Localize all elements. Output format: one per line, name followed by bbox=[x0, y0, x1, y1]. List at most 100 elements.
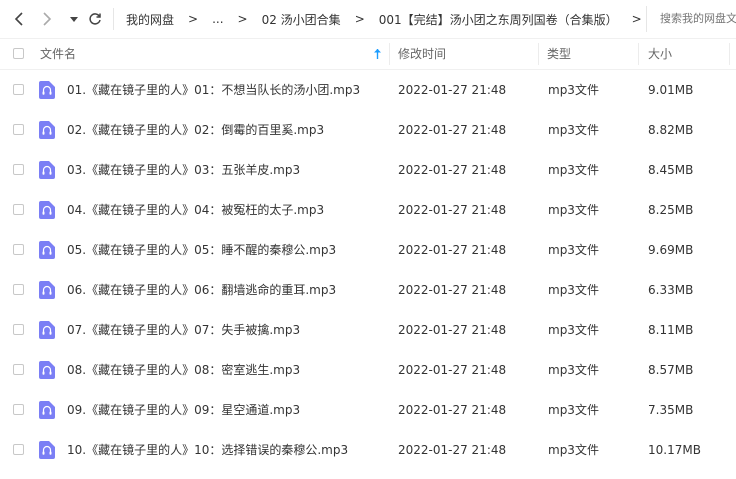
breadcrumb-item-current[interactable]: 001【完结】汤小团之东周列国卷（合集版） bbox=[379, 11, 618, 28]
breadcrumb-separator: > bbox=[631, 12, 642, 26]
breadcrumb-item-collection[interactable]: 02 汤小团合集 bbox=[262, 11, 341, 28]
refresh-icon bbox=[89, 13, 101, 25]
forward-button[interactable] bbox=[36, 9, 56, 29]
file-modified-time: 2022-01-27 21:48 bbox=[398, 163, 507, 177]
file-type: mp3文件 bbox=[548, 243, 599, 257]
breadcrumb-separator: > bbox=[188, 12, 199, 26]
file-row[interactable]: 04.《藏在镜子里的人》04：被冤枉的太子.mp3 2022-01-27 21:… bbox=[0, 190, 736, 230]
file-type: mp3文件 bbox=[548, 403, 599, 417]
file-modified-time: 2022-01-27 21:48 bbox=[398, 323, 507, 337]
file-name[interactable]: 07.《藏在镜子里的人》07：失手被擒.mp3 bbox=[67, 310, 300, 350]
file-row[interactable]: 06.《藏在镜子里的人》06：翻墙逃命的重耳.mp3 2022-01-27 21… bbox=[0, 270, 736, 310]
toolbar-divider bbox=[113, 8, 114, 30]
file-modified-time: 2022-01-27 21:48 bbox=[398, 203, 507, 217]
file-size: 8.25MB bbox=[648, 203, 694, 217]
breadcrumb: 我的网盘 > ... > 02 汤小团合集 > 001【完结】汤小团之东周列国卷… bbox=[126, 0, 656, 38]
file-modified-time: 2022-01-27 21:48 bbox=[398, 283, 507, 297]
file-size: 8.82MB bbox=[648, 123, 694, 137]
file-size: 9.01MB bbox=[648, 83, 694, 97]
file-size: 10.17MB bbox=[648, 443, 701, 457]
file-name[interactable]: 01.《藏在镜子里的人》01：不想当队长的汤小团.mp3 bbox=[67, 70, 360, 110]
file-name[interactable]: 03.《藏在镜子里的人》03：五张羊皮.mp3 bbox=[67, 150, 300, 190]
audio-file-icon bbox=[39, 121, 55, 139]
chevron-left-icon bbox=[14, 12, 23, 26]
file-size: 8.45MB bbox=[648, 163, 694, 177]
sort-arrow-up-icon[interactable] bbox=[373, 48, 382, 60]
audio-file-icon bbox=[39, 361, 55, 379]
toolbar: 我的网盘 > ... > 02 汤小团合集 > 001【完结】汤小团之东周列国卷… bbox=[0, 0, 736, 38]
file-row[interactable]: 02.《藏在镜子里的人》02：倒霉的百里奚.mp3 2022-01-27 21:… bbox=[0, 110, 736, 150]
file-row[interactable]: 09.《藏在镜子里的人》09：星空通道.mp3 2022-01-27 21:48… bbox=[0, 390, 736, 430]
column-header-type[interactable]: 类型 bbox=[547, 39, 571, 69]
breadcrumb-separator: > bbox=[237, 12, 248, 26]
file-size: 8.11MB bbox=[648, 323, 694, 337]
column-divider bbox=[538, 43, 539, 65]
history-dropdown-button[interactable] bbox=[64, 9, 84, 29]
file-row[interactable]: 08.《藏在镜子里的人》08：密室逃生.mp3 2022-01-27 21:48… bbox=[0, 350, 736, 390]
row-checkbox[interactable] bbox=[13, 444, 24, 455]
search-box bbox=[646, 6, 736, 32]
row-checkbox[interactable] bbox=[13, 284, 24, 295]
audio-file-icon bbox=[39, 241, 55, 259]
file-size: 6.33MB bbox=[648, 283, 694, 297]
row-checkbox[interactable] bbox=[13, 324, 24, 335]
audio-file-icon bbox=[39, 441, 55, 459]
file-name[interactable]: 06.《藏在镜子里的人》06：翻墙逃命的重耳.mp3 bbox=[67, 270, 336, 310]
column-divider bbox=[729, 43, 730, 65]
search-input[interactable] bbox=[660, 12, 736, 25]
file-modified-time: 2022-01-27 21:48 bbox=[398, 443, 507, 457]
column-header-name[interactable]: 文件名 bbox=[40, 39, 76, 69]
file-modified-time: 2022-01-27 21:48 bbox=[398, 243, 507, 257]
file-type: mp3文件 bbox=[548, 443, 599, 457]
breadcrumb-item-ellipsis[interactable]: ... bbox=[212, 12, 223, 26]
audio-file-icon bbox=[39, 161, 55, 179]
breadcrumb-item-root[interactable]: 我的网盘 bbox=[126, 11, 174, 28]
file-modified-time: 2022-01-27 21:48 bbox=[398, 123, 507, 137]
file-name[interactable]: 04.《藏在镜子里的人》04：被冤枉的太子.mp3 bbox=[67, 190, 324, 230]
file-name[interactable]: 09.《藏在镜子里的人》09：星空通道.mp3 bbox=[67, 390, 300, 430]
back-button[interactable] bbox=[10, 9, 30, 29]
file-type: mp3文件 bbox=[548, 203, 599, 217]
row-checkbox[interactable] bbox=[13, 364, 24, 375]
select-all-checkbox[interactable] bbox=[13, 48, 24, 59]
file-row[interactable]: 10.《藏在镜子里的人》10：选择错误的秦穆公.mp3 2022-01-27 2… bbox=[0, 430, 736, 470]
file-row[interactable]: 03.《藏在镜子里的人》03：五张羊皮.mp3 2022-01-27 21:48… bbox=[0, 150, 736, 190]
audio-file-icon bbox=[39, 401, 55, 419]
file-list-header: 文件名 修改时间 类型 大小 bbox=[0, 38, 736, 70]
row-checkbox[interactable] bbox=[13, 164, 24, 175]
file-type: mp3文件 bbox=[548, 163, 599, 177]
row-checkbox[interactable] bbox=[13, 404, 24, 415]
file-size: 9.69MB bbox=[648, 243, 694, 257]
row-checkbox[interactable] bbox=[13, 244, 24, 255]
audio-file-icon bbox=[39, 281, 55, 299]
file-row[interactable]: 05.《藏在镜子里的人》05：睡不醒的秦穆公.mp3 2022-01-27 21… bbox=[0, 230, 736, 270]
audio-file-icon bbox=[39, 81, 55, 99]
file-modified-time: 2022-01-27 21:48 bbox=[398, 363, 507, 377]
caret-down-icon bbox=[70, 17, 78, 22]
breadcrumb-separator: > bbox=[354, 12, 365, 26]
column-header-size[interactable]: 大小 bbox=[648, 39, 672, 69]
file-name[interactable]: 08.《藏在镜子里的人》08：密室逃生.mp3 bbox=[67, 350, 300, 390]
column-divider bbox=[389, 43, 390, 65]
file-name[interactable]: 10.《藏在镜子里的人》10：选择错误的秦穆公.mp3 bbox=[67, 430, 348, 470]
refresh-button[interactable] bbox=[85, 9, 105, 29]
file-modified-time: 2022-01-27 21:48 bbox=[398, 403, 507, 417]
audio-file-icon bbox=[39, 201, 55, 219]
file-row[interactable]: 07.《藏在镜子里的人》07：失手被擒.mp3 2022-01-27 21:48… bbox=[0, 310, 736, 350]
chevron-right-icon bbox=[43, 12, 52, 26]
file-modified-time: 2022-01-27 21:48 bbox=[398, 83, 507, 97]
file-type: mp3文件 bbox=[548, 83, 599, 97]
file-size: 8.57MB bbox=[648, 363, 694, 377]
file-type: mp3文件 bbox=[548, 323, 599, 337]
file-type: mp3文件 bbox=[548, 123, 599, 137]
file-size: 7.35MB bbox=[648, 403, 694, 417]
audio-file-icon bbox=[39, 321, 55, 339]
row-checkbox[interactable] bbox=[13, 84, 24, 95]
row-checkbox[interactable] bbox=[13, 124, 24, 135]
file-name[interactable]: 02.《藏在镜子里的人》02：倒霉的百里奚.mp3 bbox=[67, 110, 324, 150]
column-divider bbox=[638, 43, 639, 65]
row-checkbox[interactable] bbox=[13, 204, 24, 215]
column-header-modified[interactable]: 修改时间 bbox=[398, 39, 446, 69]
file-name[interactable]: 05.《藏在镜子里的人》05：睡不醒的秦穆公.mp3 bbox=[67, 230, 336, 270]
file-row[interactable]: 01.《藏在镜子里的人》01：不想当队长的汤小团.mp3 2022-01-27 … bbox=[0, 70, 736, 110]
